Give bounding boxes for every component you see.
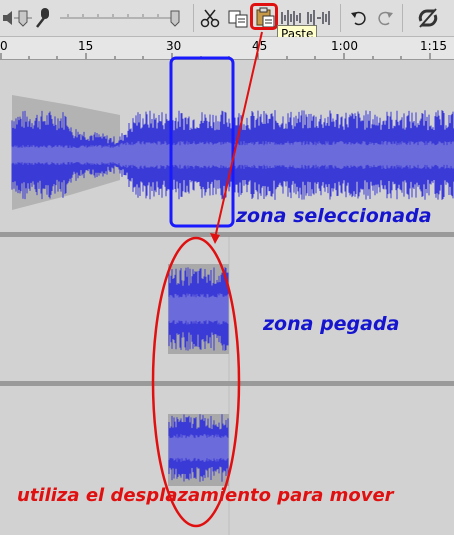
selected-zone-label: zona seleccionada <box>236 205 432 227</box>
ruler-tick-label: 15 <box>78 39 94 53</box>
pasted-zone-label: zona pegada <box>263 313 400 335</box>
redo-icon <box>378 11 393 26</box>
toolbar-separator <box>193 4 194 32</box>
pasted-clip-waveform <box>168 386 230 535</box>
toolbar-separator <box>402 4 403 32</box>
edit-toolbar <box>0 0 454 37</box>
timeline-ruler[interactable]: 0 15 30 45 1:00 1:15 <box>0 37 454 91</box>
microphone-icon <box>34 7 52 29</box>
ruler-tick-label: 0 <box>0 39 8 53</box>
audio-track-pasted-copy[interactable] <box>0 386 454 535</box>
cut-icon <box>200 9 220 28</box>
toolbar-separator <box>340 4 341 32</box>
redo-button[interactable] <box>373 6 397 30</box>
pasted-clip-waveform <box>168 237 230 381</box>
instruction-label: utiliza el desplazamiento para mover <box>17 485 394 506</box>
sync-lock-button[interactable] <box>414 6 442 30</box>
ruler-tick-label: 30 <box>166 39 182 53</box>
copy-button[interactable] <box>226 6 250 30</box>
sync-lock-icon <box>418 8 438 28</box>
waveform-rms <box>168 293 229 325</box>
cut-button[interactable] <box>198 6 222 30</box>
copy-icon <box>228 10 248 28</box>
playback-volume-slider[interactable] <box>14 8 32 28</box>
ruler-tick-label: 1:15 <box>420 39 447 53</box>
undo-button[interactable] <box>347 6 371 30</box>
ruler-tick-label: 1:00 <box>331 39 358 53</box>
undo-icon <box>351 11 366 26</box>
paste-highlight-box <box>250 3 278 30</box>
ruler-ticks <box>0 53 431 59</box>
waveform-rms <box>168 434 229 462</box>
recording-volume-slider[interactable] <box>58 8 188 28</box>
ruler-tick-label: 45 <box>252 39 268 53</box>
audio-track-pasted[interactable] <box>0 237 454 381</box>
